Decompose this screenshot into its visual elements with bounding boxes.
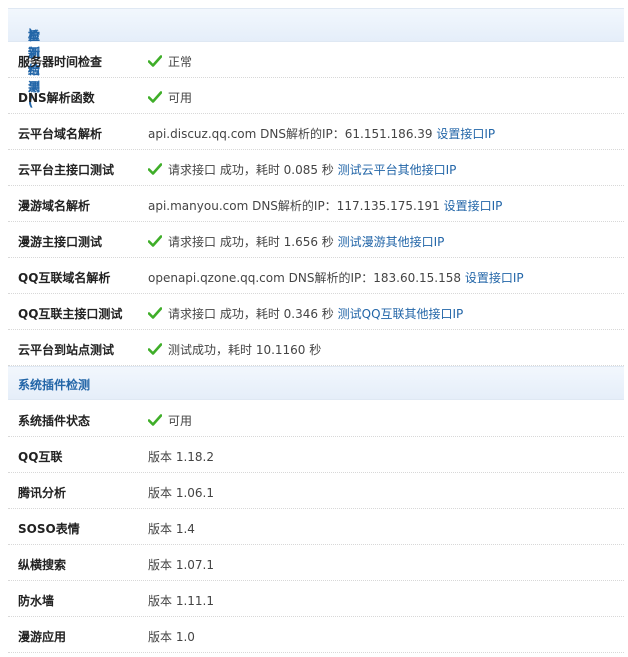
check-icon xyxy=(148,163,162,175)
row-action-link[interactable]: 测试漫游其他接口IP xyxy=(338,235,445,249)
row-value-text: 可用 xyxy=(168,91,193,105)
row-label: 云平台域名解析 xyxy=(18,127,103,141)
row-action-link[interactable]: 测试QQ互联其他接口IP xyxy=(338,307,464,321)
row-label: 系统插件状态 xyxy=(18,414,91,428)
table-row: DNS解析函数 可用 xyxy=(8,78,624,114)
row-value: 正常 xyxy=(148,53,192,70)
table-row: 系统插件状态 可用 xyxy=(8,401,624,437)
table-row: 漫游应用 版本 1.0 xyxy=(8,617,624,653)
row-value: 版本 1.06.1 xyxy=(148,484,214,501)
table-row: QQ互联 版本 1.18.2 xyxy=(8,437,624,473)
row-label: 漫游主接口测试 xyxy=(18,235,103,249)
check-icon xyxy=(148,91,162,103)
row-value-text: 测试成功，耗时 10.1160 秒 xyxy=(168,343,322,357)
row-value: 版本 1.0 xyxy=(148,628,195,645)
table-row: 纵横搜索 版本 1.07.1 xyxy=(8,545,624,581)
table-row: 云平台主接口测试 请求接口 成功，耗时 0.085 秒 测试云平台其他接口IP xyxy=(8,150,624,186)
section-title-end: ) xyxy=(28,27,34,41)
row-value-text: 版本 1.11.1 xyxy=(148,594,214,608)
section-header-plugins: 系统插件检测 xyxy=(8,366,624,400)
row-value-text: 版本 1.07.1 xyxy=(148,558,214,572)
row-label: DNS解析函数 xyxy=(18,91,95,105)
check-icon xyxy=(148,414,162,426)
check-icon xyxy=(148,55,162,67)
row-action-link[interactable]: 设置接口IP xyxy=(465,271,524,285)
table-row: SOSO表情 版本 1.4 xyxy=(8,509,624,545)
row-value: 版本 1.11.1 xyxy=(148,592,214,609)
row-action-link[interactable]: 测试云平台其他接口IP xyxy=(338,163,457,177)
row-label: QQ互联域名解析 xyxy=(18,271,111,285)
row-value-text: openapi.qzone.qq.com DNS解析的IP：183.60.15.… xyxy=(148,271,465,285)
row-value-text: 请求接口 成功，耗时 0.085 秒 xyxy=(168,163,338,177)
check-icon xyxy=(148,235,162,247)
row-value: api.manyou.com DNS解析的IP：117.135.175.191 … xyxy=(148,197,502,214)
row-action-link[interactable]: 设置接口IP xyxy=(444,199,503,213)
row-value-text: 可用 xyxy=(168,414,193,428)
row-action-link[interactable]: 设置接口IP xyxy=(436,127,495,141)
row-value-text: 版本 1.06.1 xyxy=(148,486,214,500)
row-label: 漫游域名解析 xyxy=(18,199,91,213)
check-icon xyxy=(148,307,162,319)
row-label: 服务器时间检查 xyxy=(18,55,103,69)
row-label: 云平台到站点测试 xyxy=(18,343,115,357)
row-label: 腾讯分析 xyxy=(18,486,67,500)
row-value-text: 请求接口 成功，耗时 1.656 秒 xyxy=(168,235,338,249)
row-label: QQ互联主接口测试 xyxy=(18,307,123,321)
row-value: api.discuz.qq.com DNS解析的IP：61.151.186.39… xyxy=(148,125,495,142)
row-value: 请求接口 成功，耗时 0.346 秒 测试QQ互联其他接口IP xyxy=(148,305,463,322)
table-row: QQ互联主接口测试 请求接口 成功，耗时 0.346 秒 测试QQ互联其他接口IP xyxy=(8,294,624,330)
row-label: QQ互联 xyxy=(18,450,63,464)
table-row: 云平台到站点测试 测试成功，耗时 10.1160 秒 xyxy=(8,330,624,366)
check-icon xyxy=(148,343,162,355)
table-row: QQ互联域名解析 openapi.qzone.qq.com DNS解析的IP：18… xyxy=(8,258,624,294)
row-value: openapi.qzone.qq.com DNS解析的IP：183.60.15.… xyxy=(148,269,524,286)
table-row: 漫游域名解析 api.manyou.com DNS解析的IP：117.135.17… xyxy=(8,186,624,222)
table-row: 云平台域名解析 api.discuz.qq.com DNS解析的IP：61.151… xyxy=(8,114,624,150)
table-row: 腾讯分析 版本 1.06.1 xyxy=(8,473,624,509)
row-value: 版本 1.18.2 xyxy=(148,448,214,465)
section-title: 系统插件检测 xyxy=(18,378,91,392)
row-label: 漫游应用 xyxy=(18,630,67,644)
row-value: 版本 1.4 xyxy=(148,520,195,537)
row-label: 纵横搜索 xyxy=(18,558,67,572)
row-value-text: 版本 1.4 xyxy=(148,522,195,536)
row-label: 云平台主接口测试 xyxy=(18,163,115,177)
row-value: 版本 1.07.1 xyxy=(148,556,214,573)
diagnostics-panel: 检测结果(重新检测) 服务器时间检查 正常 DNS解析函数 可用 云平台域名解析 api.… xyxy=(0,0,628,657)
row-value: 请求接口 成功，耗时 0.085 秒 测试云平台其他接口IP xyxy=(148,161,456,178)
row-value-text: 版本 1.18.2 xyxy=(148,450,214,464)
section-header-results: 检测结果(重新检测) xyxy=(8,8,624,109)
row-value: 测试成功，耗时 10.1160 秒 xyxy=(148,341,321,358)
row-label: 防水墙 xyxy=(18,594,55,608)
table-row: 服务器时间检查 正常 xyxy=(8,42,624,78)
row-value-text: 版本 1.0 xyxy=(148,630,195,644)
row-value: 请求接口 成功，耗时 1.656 秒 测试漫游其他接口IP xyxy=(148,233,444,250)
table-row: 漫游主接口测试 请求接口 成功，耗时 1.656 秒 测试漫游其他接口IP xyxy=(8,222,624,258)
row-value-text: api.discuz.qq.com DNS解析的IP：61.151.186.39 xyxy=(148,127,437,141)
row-value-text: api.manyou.com DNS解析的IP：117.135.175.191 xyxy=(148,199,444,213)
row-value-text: 正常 xyxy=(168,55,193,69)
row-value: 可用 xyxy=(148,89,192,106)
table-row: 防水墙 版本 1.11.1 xyxy=(8,581,624,617)
row-value: 可用 xyxy=(148,412,192,429)
row-value-text: 请求接口 成功，耗时 0.346 秒 xyxy=(168,307,338,321)
row-label: SOSO表情 xyxy=(18,522,80,536)
